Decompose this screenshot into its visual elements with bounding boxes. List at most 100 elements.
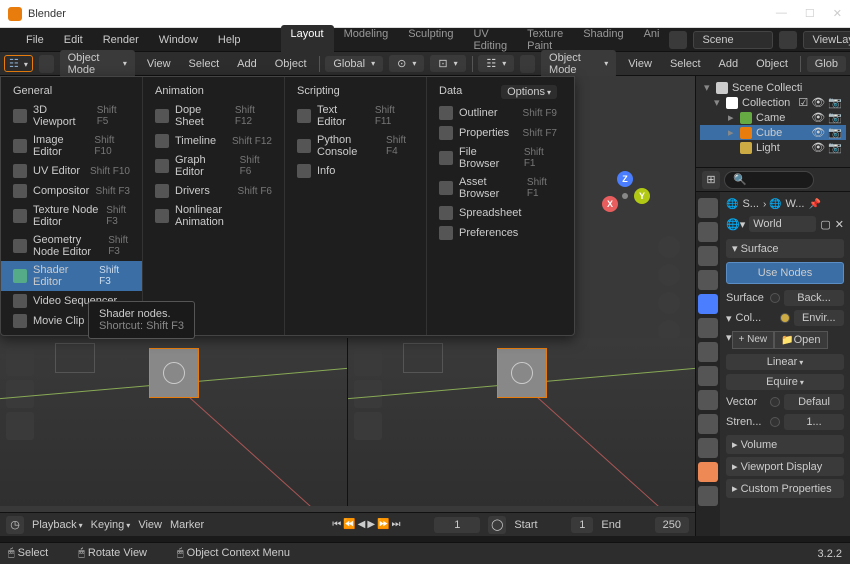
tool-rotate-2[interactable]: [354, 412, 382, 440]
orientation-select[interactable]: Global: [325, 56, 383, 72]
tab-output[interactable]: [698, 222, 718, 242]
tl-view[interactable]: View: [138, 519, 162, 531]
outliner-collection[interactable]: ▾Collection☑ 👁 📷: [700, 95, 846, 110]
tab-particle[interactable]: [698, 366, 718, 386]
tab-render[interactable]: [698, 198, 718, 218]
editor2-select[interactable]: ☷: [478, 55, 514, 72]
viewport-right[interactable]: [348, 338, 695, 506]
jump-start-icon[interactable]: ⏮: [332, 519, 341, 530]
mode2-icon[interactable]: [520, 55, 535, 73]
outliner-camera[interactable]: ▸Came👁 📷: [700, 110, 846, 125]
cube-object-2[interactable]: [497, 348, 547, 398]
menu-drivers[interactable]: DriversShift F6: [143, 181, 284, 201]
prev-key-icon[interactable]: ⏪: [343, 519, 355, 530]
menu-spreadsheet[interactable]: Spreadsheet: [427, 203, 569, 223]
tl-keying[interactable]: Keying: [91, 519, 131, 531]
menu-render[interactable]: Render: [93, 31, 149, 49]
tab-texture[interactable]: [698, 486, 718, 506]
tb-select[interactable]: Select: [183, 56, 226, 72]
menu-window[interactable]: Window: [149, 31, 208, 49]
tab-uvediting[interactable]: UV Editing: [463, 25, 517, 55]
section-viewport[interactable]: ▸ Viewport Display: [726, 457, 844, 476]
tab-sculpting[interactable]: Sculpting: [398, 25, 463, 55]
tab-data[interactable]: [698, 438, 718, 458]
breadcrumb[interactable]: 🌐 S... › 🌐 W... 📌: [726, 196, 844, 212]
menu-compositor[interactable]: CompositorShift F3: [1, 181, 142, 201]
menu-pyconsole[interactable]: Python ConsoleShift F4: [285, 131, 426, 161]
equire-select[interactable]: Equire: [726, 374, 844, 390]
tool-cursor-2[interactable]: [354, 348, 382, 376]
tab-physics[interactable]: [698, 390, 718, 410]
tool-move-2[interactable]: [354, 380, 382, 408]
mode-select[interactable]: Object Mode: [60, 50, 135, 78]
tab-world[interactable]: [698, 294, 718, 314]
open-button[interactable]: 📁Open: [774, 331, 827, 349]
tool-cursor[interactable]: [6, 348, 34, 376]
scene-field[interactable]: Scene: [693, 31, 773, 49]
menu-outliner[interactable]: OutlinerShift F9: [427, 103, 569, 123]
tab-material[interactable]: [698, 462, 718, 482]
minimize-button[interactable]: —: [776, 7, 787, 20]
timeline-editor-icon[interactable]: ◷: [6, 516, 24, 534]
tab-modeling[interactable]: Modeling: [334, 25, 399, 55]
close-button[interactable]: ✕: [833, 7, 842, 20]
tl-marker[interactable]: Marker: [170, 519, 204, 531]
play-icon[interactable]: ▶: [367, 519, 375, 530]
prop-search-input[interactable]: [724, 171, 814, 189]
camera-object[interactable]: [55, 343, 95, 373]
menu-filebrowser[interactable]: File BrowserShift F1: [427, 143, 569, 173]
camera-icon[interactable]: [658, 292, 680, 314]
menu-assetbrowser[interactable]: Asset BrowserShift F1: [427, 173, 569, 203]
use-nodes-button[interactable]: Use Nodes: [726, 262, 844, 284]
vector-value[interactable]: Defaul: [784, 394, 844, 410]
mode2-select[interactable]: Object Mode: [541, 50, 616, 78]
outliner-scene[interactable]: ▾Scene Collecti: [700, 80, 846, 95]
tab-scene[interactable]: [698, 270, 718, 290]
tool-rotate[interactable]: [6, 412, 34, 440]
viewlayer-field[interactable]: ViewLayer: [803, 31, 850, 49]
tab-constraint[interactable]: [698, 414, 718, 434]
scene-icon[interactable]: [669, 31, 687, 49]
tb-view2[interactable]: View: [622, 56, 658, 72]
color-value[interactable]: Envir...: [794, 310, 844, 326]
gizmo-y[interactable]: Y: [634, 188, 650, 204]
viewport-area[interactable]: General 3D ViewportShift F5 Image Editor…: [0, 76, 695, 536]
menu-help[interactable]: Help: [208, 31, 251, 49]
snap-select[interactable]: ⊡: [430, 55, 465, 72]
camera-object-2[interactable]: [403, 343, 443, 373]
tb-view[interactable]: View: [141, 56, 177, 72]
strength-value[interactable]: 1...: [784, 414, 844, 430]
menu-texteditor[interactable]: Text EditorShift F11: [285, 101, 426, 131]
tab-viewlayer[interactable]: [698, 246, 718, 266]
nav-gizmo[interactable]: Z Y X: [600, 171, 650, 221]
prop-editor-icon[interactable]: ⊞: [702, 171, 720, 189]
play-rev-icon[interactable]: ◀: [358, 519, 366, 530]
section-volume[interactable]: ▸ Volume: [726, 435, 844, 454]
menu-shadereditor[interactable]: Shader EditorShift F3: [1, 261, 142, 291]
maximize-button[interactable]: ☐: [805, 7, 815, 20]
tb-add2[interactable]: Add: [713, 56, 745, 72]
move-icon[interactable]: [658, 264, 680, 286]
gizmo-z[interactable]: Z: [617, 171, 633, 187]
autokey-icon[interactable]: ◯: [488, 516, 506, 534]
tab-layout[interactable]: Layout: [281, 25, 334, 55]
pivot-select[interactable]: ⊙: [389, 55, 424, 72]
viewport-left[interactable]: [0, 338, 348, 506]
frame-current[interactable]: 1: [434, 517, 480, 533]
section-custom[interactable]: ▸ Custom Properties: [726, 479, 844, 498]
menu-edit[interactable]: Edit: [54, 31, 93, 49]
linear-select[interactable]: Linear: [726, 354, 844, 370]
menu-info[interactable]: Info: [285, 161, 426, 181]
tab-animation[interactable]: Ani: [634, 25, 670, 55]
outliner-cube[interactable]: ▸Cube👁 📷: [700, 125, 846, 140]
menu-3dviewport[interactable]: 3D ViewportShift F5: [1, 101, 142, 131]
frame-end[interactable]: 250: [655, 517, 689, 533]
menu-preferences[interactable]: Preferences: [427, 223, 569, 243]
tb-object2[interactable]: Object: [750, 56, 794, 72]
world-datablock[interactable]: World: [749, 216, 816, 232]
menu-geometrynode[interactable]: Geometry Node EditorShift F3: [1, 231, 142, 261]
mode-icon[interactable]: [39, 55, 54, 73]
cube-object[interactable]: [149, 348, 199, 398]
outliner-light[interactable]: Light👁 📷: [700, 140, 846, 155]
menu-grapheditor[interactable]: Graph EditorShift F6: [143, 151, 284, 181]
